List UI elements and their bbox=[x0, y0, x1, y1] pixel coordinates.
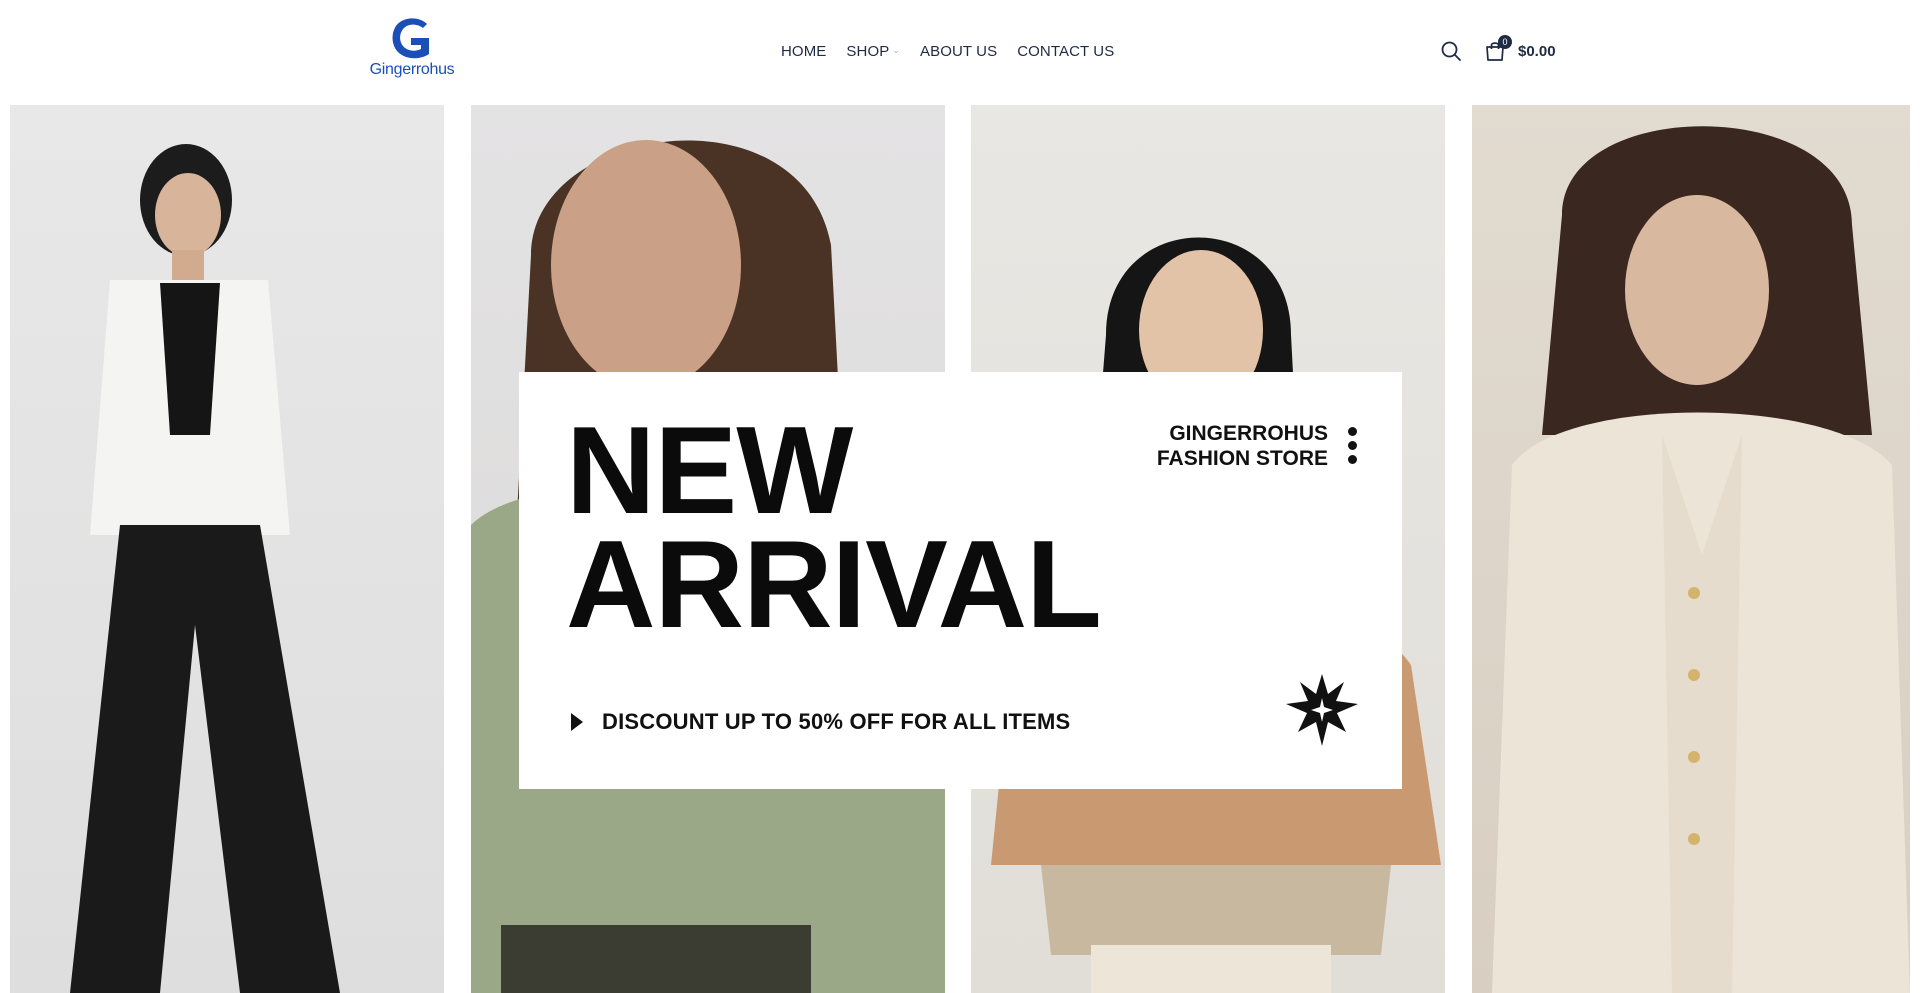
hero-photo-white-cardigan bbox=[10, 105, 444, 993]
nav-item-contact[interactable]: CONTACT US bbox=[1017, 43, 1114, 60]
logo-text: Gingerrohus bbox=[369, 61, 455, 78]
cart-total: $0.00 bbox=[1518, 42, 1556, 60]
main-nav: HOME SHOP ⌄ ABOUT US CONTACT US bbox=[781, 43, 1134, 60]
nav-item-shop[interactable]: SHOP ⌄ bbox=[846, 43, 900, 60]
hero-promo-card[interactable]: NEW ARRIVAL GINGERROHUS FASHION STORE DI… bbox=[519, 372, 1402, 789]
nav-label: HOME bbox=[781, 43, 827, 60]
cart-count-badge: 0 bbox=[1498, 35, 1512, 49]
nav-item-home[interactable]: HOME bbox=[781, 43, 826, 60]
site-logo[interactable]: Gingerrohus bbox=[364, 16, 460, 84]
hero-brand-line-1: GINGERROHUS bbox=[1169, 422, 1328, 445]
model-silhouette bbox=[1492, 126, 1910, 993]
hero-photo-cream-cardigan bbox=[1472, 105, 1910, 993]
hero-title-line-2: ARRIVAL bbox=[566, 516, 1102, 654]
play-icon bbox=[571, 713, 583, 731]
nav-label: SHOP bbox=[846, 43, 890, 60]
vertical-dots-icon bbox=[1348, 427, 1358, 469]
logo-g-icon bbox=[392, 18, 429, 59]
header-tools: 0 $0.00 bbox=[1440, 35, 1556, 62]
nav-label: ABOUT US bbox=[919, 43, 998, 60]
search-icon[interactable] bbox=[1440, 40, 1462, 62]
hero-discount: DISCOUNT UP TO 50% OFF FOR ALL ITEMS bbox=[570, 709, 1070, 735]
nav-item-about[interactable]: ABOUT US bbox=[920, 43, 997, 60]
hero-discount-text: DISCOUNT UP TO 50% OFF FOR ALL ITEMS bbox=[602, 709, 1071, 734]
nav-label: CONTACT US bbox=[1017, 43, 1115, 60]
model-silhouette bbox=[70, 144, 340, 993]
hero-title: NEW ARRIVAL bbox=[566, 409, 1102, 647]
sparkle-star-icon bbox=[1286, 674, 1358, 746]
cart-button[interactable]: 0 $0.00 bbox=[1484, 35, 1556, 62]
site-header: Gingerrohus HOME SHOP ⌄ ABOUT US CONTACT… bbox=[0, 0, 1920, 105]
hero-brand-line-2: FASHION STORE bbox=[1156, 447, 1328, 470]
chevron-down-icon: ⌄ bbox=[892, 45, 900, 55]
hero-brand-block: GINGERROHUS FASHION STORE bbox=[1157, 421, 1328, 471]
